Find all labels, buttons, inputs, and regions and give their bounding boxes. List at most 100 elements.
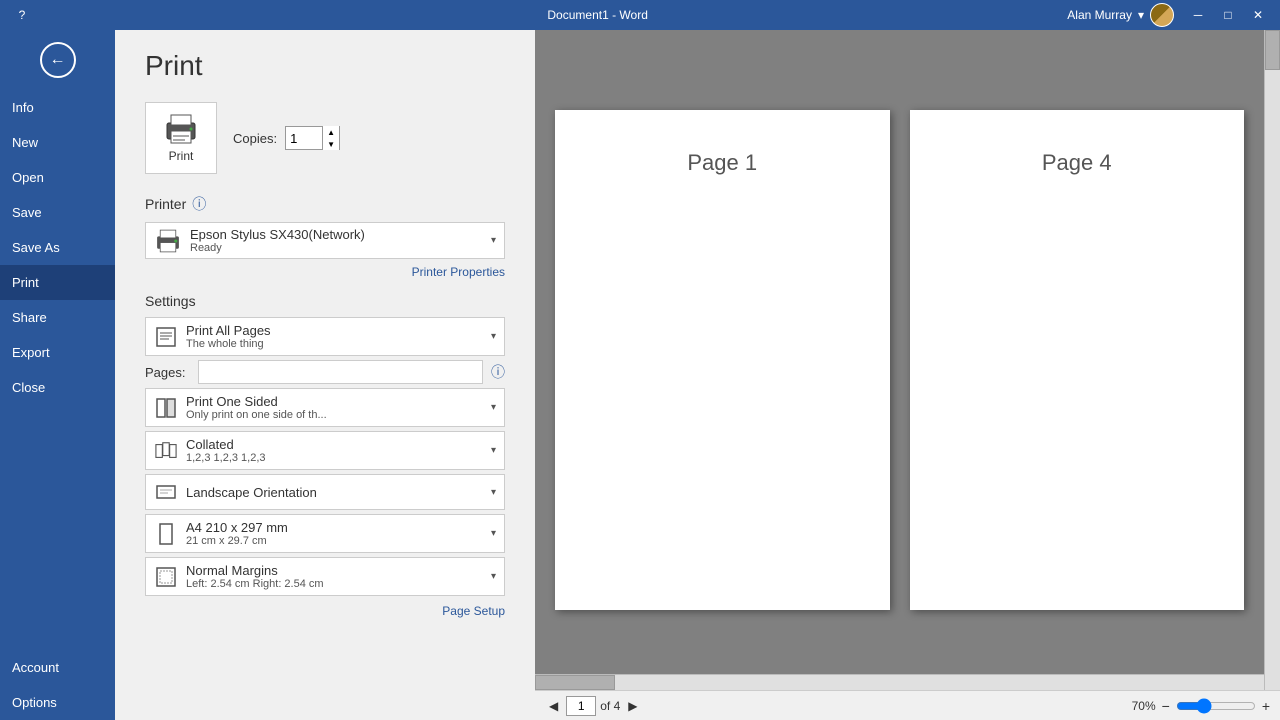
sidebar-item-options[interactable]: Options bbox=[0, 685, 115, 720]
user-info: Alan Murray ▾ bbox=[1067, 3, 1174, 27]
printer-properties-link[interactable]: Printer Properties bbox=[145, 265, 505, 279]
minimize-button[interactable]: ─ bbox=[1184, 1, 1212, 29]
paper-size-text: A4 210 x 297 mm 21 cm x 29.7 cm bbox=[186, 520, 483, 547]
title-bar: ? Document1 - Word Alan Murray ▾ ─ □ ✕ bbox=[0, 0, 1280, 30]
print-range-icon bbox=[154, 325, 178, 349]
print-sides-sub: Only print on one side of th... bbox=[186, 409, 483, 421]
prev-page-button[interactable]: ◀ bbox=[545, 697, 562, 715]
paper-size-main: A4 210 x 297 mm bbox=[186, 520, 483, 535]
printer-name: Epson Stylus SX430(Network) bbox=[190, 227, 483, 242]
zoom-slider[interactable] bbox=[1176, 698, 1256, 714]
paper-size-sub: 21 cm x 29.7 cm bbox=[186, 535, 483, 547]
copies-spinbox: ▲ ▼ bbox=[285, 126, 340, 150]
user-name: Alan Murray bbox=[1067, 8, 1132, 22]
page-setup-link[interactable]: Page Setup bbox=[145, 604, 505, 618]
nav-right: 70% − + bbox=[1132, 698, 1270, 714]
user-dropdown-arrow[interactable]: ▾ bbox=[1138, 8, 1144, 22]
settings-section-title: Settings bbox=[145, 293, 196, 309]
print-sides-text: Print One Sided Only print on one side o… bbox=[186, 394, 483, 421]
spin-down-button[interactable]: ▼ bbox=[323, 138, 339, 150]
main-content: Print Print Copies: bbox=[115, 30, 1280, 720]
sidebar-item-info[interactable]: Info bbox=[0, 90, 115, 125]
margins-text: Normal Margins Left: 2.54 cm Right: 2.54… bbox=[186, 563, 483, 590]
orientation-arrow: ▾ bbox=[491, 487, 496, 498]
horizontal-scrollbar[interactable] bbox=[535, 674, 1264, 690]
printer-section-header: Printer ⓘ bbox=[145, 194, 505, 214]
print-btn-label: Print bbox=[169, 149, 194, 163]
print-panel: Print Print Copies: bbox=[115, 30, 535, 720]
sidebar-item-save-as[interactable]: Save As bbox=[0, 230, 115, 265]
print-range-text: Print All Pages The whole thing bbox=[186, 323, 483, 350]
close-button[interactable]: ✕ bbox=[1244, 1, 1272, 29]
printer-info-icon[interactable]: ⓘ bbox=[192, 194, 206, 214]
sidebar-item-open[interactable]: Open bbox=[0, 160, 115, 195]
setting-print-range[interactable]: Print All Pages The whole thing ▾ bbox=[145, 317, 505, 356]
page-number-input[interactable] bbox=[566, 696, 596, 716]
back-button[interactable]: ← bbox=[0, 30, 115, 90]
zoom-in-button[interactable]: + bbox=[1262, 698, 1270, 714]
printer-icon bbox=[163, 113, 199, 145]
sidebar-item-save[interactable]: Save bbox=[0, 195, 115, 230]
sidebar-item-share[interactable]: Share bbox=[0, 300, 115, 335]
margins-main: Normal Margins bbox=[186, 563, 483, 578]
vertical-scrollbar[interactable] bbox=[1264, 30, 1280, 690]
zoom-out-button[interactable]: − bbox=[1162, 698, 1170, 714]
setting-orientation[interactable]: Landscape Orientation ▾ bbox=[145, 474, 505, 510]
copies-area: Copies: ▲ ▼ bbox=[233, 126, 340, 150]
setting-collate[interactable]: Collated 1,2,3 1,2,3 1,2,3 ▾ bbox=[145, 431, 505, 470]
printer-section-title: Printer bbox=[145, 196, 186, 212]
preview-nav: ◀ of 4 ▶ 70% − + bbox=[535, 690, 1280, 720]
margins-icon bbox=[154, 565, 178, 589]
scrollbar-thumb-v[interactable] bbox=[1265, 30, 1280, 70]
collate-icon bbox=[154, 439, 178, 463]
collate-arrow: ▾ bbox=[491, 445, 496, 456]
collate-sub: 1,2,3 1,2,3 1,2,3 bbox=[186, 452, 483, 464]
print-range-sub: The whole thing bbox=[186, 338, 483, 350]
setting-print-sides[interactable]: Print One Sided Only print on one side o… bbox=[145, 388, 505, 427]
print-sides-main: Print One Sided bbox=[186, 394, 483, 409]
next-page-button[interactable]: ▶ bbox=[624, 697, 641, 715]
orientation-text: Landscape Orientation bbox=[186, 485, 483, 500]
paper-size-arrow: ▾ bbox=[491, 528, 496, 539]
collate-text: Collated 1,2,3 1,2,3 1,2,3 bbox=[186, 437, 483, 464]
scrollbar-thumb-h[interactable] bbox=[535, 675, 615, 690]
paper-size-icon bbox=[154, 522, 178, 546]
total-pages: of 4 bbox=[600, 699, 620, 713]
page-1-label: Page 1 bbox=[687, 150, 757, 176]
sidebar-item-export[interactable]: Export bbox=[0, 335, 115, 370]
help-button[interactable]: ? bbox=[8, 1, 36, 29]
preview-pages: Page 1 Page 4 bbox=[535, 30, 1280, 690]
window-title: Document1 - Word bbox=[128, 8, 1067, 22]
pages-info-icon[interactable]: ⓘ bbox=[491, 362, 505, 382]
sidebar-item-new[interactable]: New bbox=[0, 125, 115, 160]
collate-main: Collated bbox=[186, 437, 483, 452]
sidebar-item-close[interactable]: Close bbox=[0, 370, 115, 405]
orientation-icon bbox=[154, 480, 178, 504]
setting-margins[interactable]: Normal Margins Left: 2.54 cm Right: 2.54… bbox=[145, 557, 505, 596]
print-range-arrow: ▾ bbox=[491, 331, 496, 342]
copies-input[interactable] bbox=[286, 127, 322, 149]
margins-sub: Left: 2.54 cm Right: 2.54 cm bbox=[186, 578, 483, 590]
spin-up-button[interactable]: ▲ bbox=[323, 126, 339, 138]
print-sides-arrow: ▾ bbox=[491, 402, 496, 413]
back-icon: ← bbox=[40, 42, 76, 78]
pages-input[interactable] bbox=[198, 360, 483, 384]
print-range-main: Print All Pages bbox=[186, 323, 483, 338]
printer-dropdown-arrow: ▾ bbox=[491, 235, 496, 246]
copies-label: Copies: bbox=[233, 131, 277, 146]
print-sides-icon bbox=[154, 396, 178, 420]
nav-left: ◀ of 4 ▶ bbox=[545, 696, 641, 716]
sidebar-item-print[interactable]: Print bbox=[0, 265, 115, 300]
setting-paper-size[interactable]: A4 210 x 297 mm 21 cm x 29.7 cm ▾ bbox=[145, 514, 505, 553]
print-button[interactable]: Print bbox=[145, 102, 217, 174]
page-preview-4: Page 4 bbox=[910, 110, 1245, 610]
print-action-area: Print Copies: ▲ ▼ bbox=[145, 102, 505, 174]
page-preview-1: Page 1 bbox=[555, 110, 890, 610]
printer-status: Ready bbox=[190, 242, 483, 254]
maximize-button[interactable]: □ bbox=[1214, 1, 1242, 29]
printer-select[interactable]: Epson Stylus SX430(Network) Ready ▾ bbox=[145, 222, 505, 259]
orientation-main: Landscape Orientation bbox=[186, 485, 483, 500]
settings-section-header: Settings bbox=[145, 293, 505, 309]
pages-row: Pages: ⓘ bbox=[145, 360, 505, 384]
sidebar-item-account[interactable]: Account bbox=[0, 650, 115, 685]
